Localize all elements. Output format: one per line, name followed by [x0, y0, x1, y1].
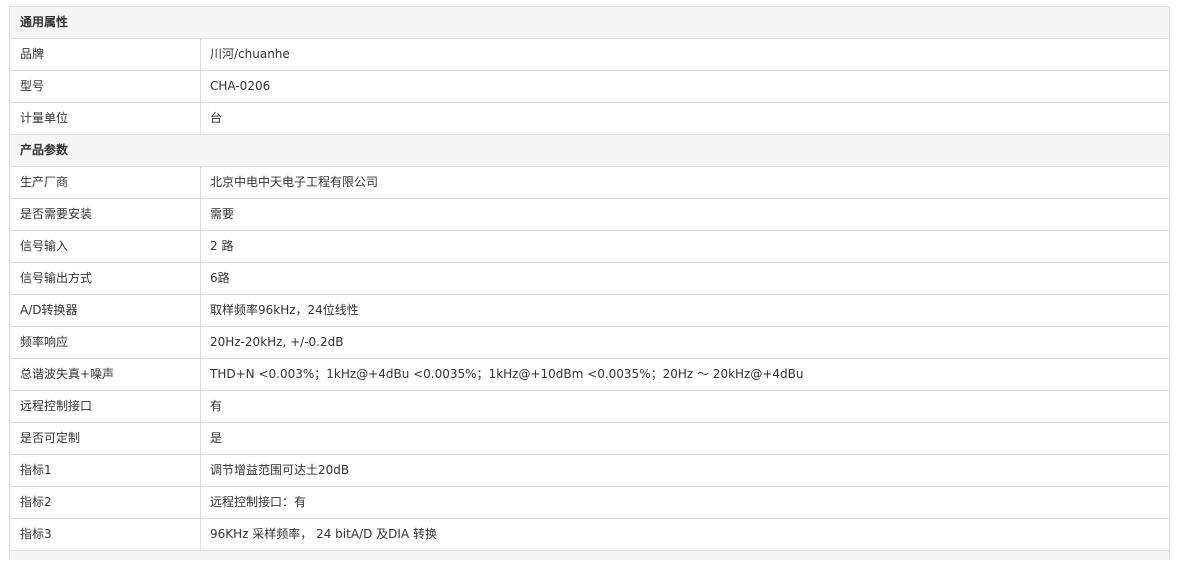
spec-label: 信号输出方式: [10, 263, 201, 294]
spec-value: 2 路: [210, 239, 234, 253]
spec-label: 远程控制接口: [10, 391, 201, 422]
spec-table: 通用属性 品牌 川河/chuanhe 型号 CHA-0206 计量单位 台 产品…: [9, 6, 1170, 560]
group-header-params: 产品参数: [10, 135, 1169, 167]
spec-label: 型号: [10, 71, 201, 102]
spec-value: 有: [210, 399, 223, 413]
spec-row-install: 是否需要安装 需要: [10, 199, 1169, 231]
spec-label: 计量单位: [10, 103, 201, 134]
spec-value: 20Hz-20kHz, +/-0.2dB: [210, 335, 344, 349]
spec-label: 指标1: [10, 455, 201, 486]
table-footer-bar: [10, 551, 1169, 560]
spec-value: 6路: [210, 271, 230, 285]
spec-label: 品牌: [10, 39, 201, 70]
spec-value: 需要: [210, 207, 235, 221]
spec-row-unit: 计量单位 台: [10, 103, 1169, 135]
spec-value: 北京中电中天电子工程有限公司: [210, 175, 379, 189]
spec-value: 调节增益范围可达土20dB: [210, 463, 350, 477]
spec-row-manufacturer: 生产厂商 北京中电中天电子工程有限公司: [10, 167, 1169, 199]
spec-label: 生产厂商: [10, 167, 201, 198]
spec-row-remote-interface: 远程控制接口 有: [10, 391, 1169, 423]
spec-label: 是否可定制: [10, 423, 201, 454]
spec-label: 总谐波失真+噪声: [10, 359, 201, 390]
spec-value: 取样频率96kHz，24位线性: [210, 303, 359, 317]
spec-value: THD+N <0.003%；1kHz@+4dBu <0.0035%；1kHz@+…: [210, 367, 804, 381]
spec-row-frequency-response: 频率响应 20Hz-20kHz, +/-0.2dB: [10, 327, 1169, 359]
spec-value: 是: [210, 431, 223, 445]
spec-row-index-1: 指标1 调节增益范围可达土20dB: [10, 455, 1169, 487]
spec-label: 频率响应: [10, 327, 201, 358]
spec-row-ad-converter: A/D转换器 取样频率96kHz，24位线性: [10, 295, 1169, 327]
spec-label: 指标3: [10, 519, 201, 550]
spec-label: A/D转换器: [10, 295, 201, 326]
spec-value: CHA-0206: [210, 79, 271, 93]
spec-row-index-3: 指标3 96KHz 采样频率， 24 bitA/D 及DIA 转换: [10, 519, 1169, 551]
spec-label: 信号输入: [10, 231, 201, 262]
spec-row-thd-noise: 总谐波失真+噪声 THD+N <0.003%；1kHz@+4dBu <0.003…: [10, 359, 1169, 391]
spec-value: 台: [210, 111, 223, 125]
spec-group-params: 产品参数 生产厂商 北京中电中天电子工程有限公司 是否需要安装 需要 信号输入 …: [10, 135, 1169, 551]
spec-value: 96KHz 采样频率， 24 bitA/D 及DIA 转换: [210, 527, 437, 541]
spec-value: 川河/chuanhe: [210, 47, 290, 61]
spec-row-signal-input: 信号输入 2 路: [10, 231, 1169, 263]
spec-group-general: 通用属性 品牌 川河/chuanhe 型号 CHA-0206 计量单位 台: [10, 7, 1169, 135]
group-header-general: 通用属性: [10, 7, 1169, 39]
spec-value: 远程控制接口：有: [210, 495, 307, 509]
spec-row-model: 型号 CHA-0206: [10, 71, 1169, 103]
spec-row-signal-output: 信号输出方式 6路: [10, 263, 1169, 295]
spec-row-customizable: 是否可定制 是: [10, 423, 1169, 455]
spec-row-index-2: 指标2 远程控制接口：有: [10, 487, 1169, 519]
spec-label: 指标2: [10, 487, 201, 518]
spec-label: 是否需要安装: [10, 199, 201, 230]
spec-row-brand: 品牌 川河/chuanhe: [10, 39, 1169, 71]
